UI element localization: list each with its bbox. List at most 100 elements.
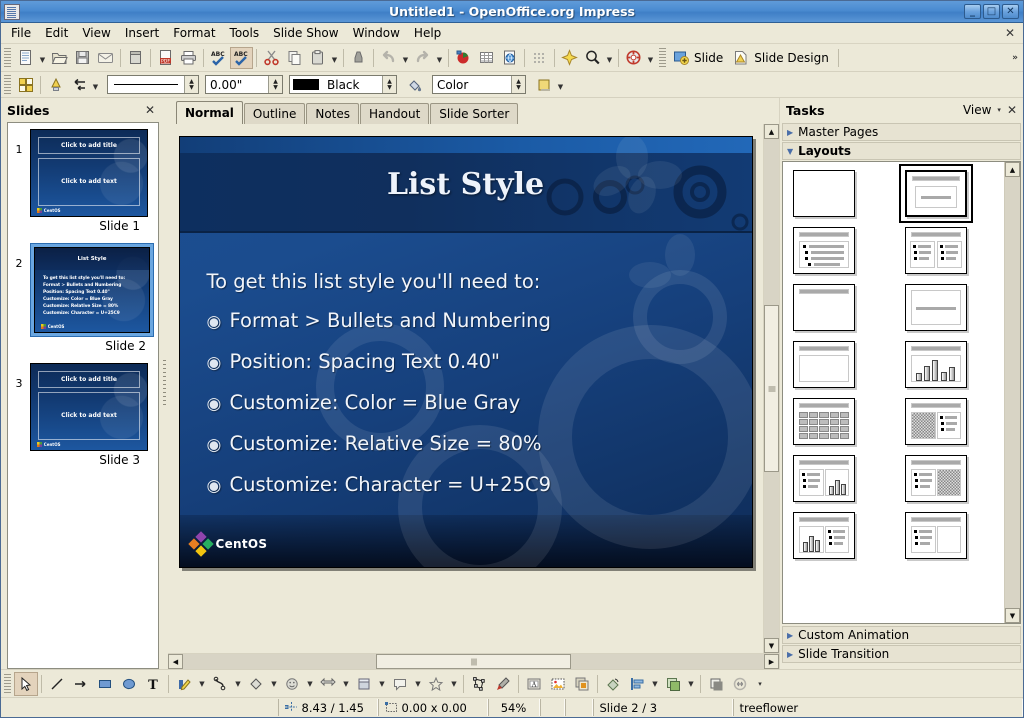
menu-slide-show[interactable]: Slide Show <box>266 24 345 42</box>
chart-icon[interactable] <box>452 47 475 69</box>
list-item[interactable]: 1 Click to add title Click to add text C… <box>8 129 158 241</box>
chevron-down-icon[interactable]: ▾ <box>991 106 1007 114</box>
symbol-shapes-dropdown-icon[interactable]: ▼ <box>304 672 316 696</box>
hyperlink-icon[interactable] <box>498 47 521 69</box>
symbol-shapes-icon[interactable] <box>280 672 304 696</box>
scroll-track-upper[interactable] <box>764 139 779 305</box>
block-arrows-icon[interactable] <box>316 672 340 696</box>
tab-outline[interactable]: Outline <box>243 103 306 124</box>
basic-shapes-icon[interactable] <box>244 672 268 696</box>
list-item[interactable]: 2 List Style To get this list style you'… <box>8 243 158 361</box>
scroll-track[interactable] <box>1005 177 1020 608</box>
line-style-lamp-icon[interactable] <box>44 74 67 96</box>
layout-title-bullets[interactable] <box>793 227 855 274</box>
scroll-track-lower[interactable] <box>764 472 779 639</box>
layout-title-only[interactable] <box>793 284 855 331</box>
slide-editor[interactable]: List Style To get this list style you'll… <box>178 136 753 568</box>
zoom-icon[interactable] <box>581 47 604 69</box>
curve-dropdown-icon[interactable]: ▼ <box>196 672 208 696</box>
layout-blank-slide[interactable] <box>793 170 855 217</box>
redo-icon[interactable] <box>411 47 434 69</box>
slide-bullet-item[interactable]: ◉ Position: Spacing Text 0.40" <box>207 342 732 383</box>
slide-bullet-item[interactable]: ◉ Customize: Color = Blue Gray <box>207 383 732 424</box>
save-document-icon[interactable] <box>71 47 94 69</box>
scroll-up-icon[interactable]: ▲ <box>764 124 779 139</box>
layout-title-content-object[interactable] <box>904 512 967 559</box>
export-pdf-icon[interactable]: PDF <box>154 47 177 69</box>
scroll-thumb-horizontal[interactable] <box>376 654 571 669</box>
layout-title-content[interactable] <box>898 164 973 223</box>
slide-bullet-item[interactable]: ◉ Format > Bullets and Numbering <box>207 301 732 342</box>
from-file-image-icon[interactable] <box>546 672 570 696</box>
slide-thumbnail-image[interactable]: Click to add title Click to add text Cen… <box>30 363 148 451</box>
fill-style-value[interactable]: Color <box>433 78 511 92</box>
drawing-toolbar-more-icon[interactable]: ▾ <box>754 672 766 696</box>
flowchart-dropdown-icon[interactable]: ▼ <box>376 672 388 696</box>
slide-bullet-item[interactable]: ◉ Customize: Character = U+25C9 <box>207 465 732 506</box>
menu-file[interactable]: File <box>4 24 38 42</box>
tab-handout[interactable]: Handout <box>360 103 430 124</box>
clone-formatting-icon[interactable] <box>347 47 370 69</box>
minimize-button[interactable]: _ <box>964 4 981 19</box>
slide-thumbnail-image-selected[interactable]: List Style To get this list style you'll… <box>30 243 154 337</box>
line-color-combo[interactable]: Black ▲ ▼ <box>289 75 397 94</box>
email-document-icon[interactable] <box>94 47 117 69</box>
ellipse-icon[interactable] <box>117 672 141 696</box>
task-section-slide-transition[interactable]: ▶ Slide Transition <box>782 645 1021 663</box>
toolbar-grip[interactable] <box>4 47 11 68</box>
panel-splitter[interactable] <box>161 98 168 669</box>
close-button[interactable]: ✕ <box>1002 4 1019 19</box>
tab-slide-sorter[interactable]: Slide Sorter <box>430 103 519 124</box>
gallery-icon[interactable] <box>570 672 594 696</box>
alignment-icon[interactable] <box>625 672 649 696</box>
tab-notes[interactable]: Notes <box>306 103 360 124</box>
slide-thumbnail-3[interactable]: Click to add title Click to add text Cen… <box>30 363 148 475</box>
layouts-list[interactable]: ▲ ▼ <box>782 161 1021 624</box>
slide-title[interactable]: List Style <box>180 167 752 202</box>
menu-view[interactable]: View <box>75 24 117 42</box>
callouts-icon[interactable] <box>388 672 412 696</box>
connector-icon[interactable] <box>208 672 232 696</box>
print-icon[interactable] <box>177 47 200 69</box>
help-icon[interactable] <box>622 47 645 69</box>
spelling-icon[interactable]: ABC <box>207 47 230 69</box>
scroll-left-icon[interactable]: ◀ <box>168 654 183 669</box>
table-icon[interactable] <box>475 47 498 69</box>
redo-dropdown-icon[interactable]: ▼ <box>434 47 445 69</box>
stars-icon[interactable] <box>424 672 448 696</box>
slide-thumbnail-2[interactable]: List Style To get this list style you'll… <box>30 243 154 361</box>
display-grid-icon[interactable] <box>528 47 551 69</box>
connector-dropdown-icon[interactable]: ▼ <box>232 672 244 696</box>
cut-icon[interactable] <box>260 47 283 69</box>
slides-panel-close-icon[interactable]: ✕ <box>145 103 155 117</box>
arrow-line-icon[interactable] <box>69 672 93 696</box>
toolbar-grip[interactable] <box>4 673 11 694</box>
scroll-thumb-vertical[interactable] <box>764 304 779 473</box>
alignment-dropdown-icon[interactable]: ▼ <box>649 672 661 696</box>
line-icon[interactable] <box>45 672 69 696</box>
layout-title-two-content[interactable] <box>904 227 967 274</box>
curve-icon[interactable] <box>172 672 196 696</box>
arrow-style-dropdown-icon[interactable]: ▼ <box>90 74 101 96</box>
edit-file-icon[interactable] <box>124 47 147 69</box>
basic-shapes-dropdown-icon[interactable]: ▼ <box>268 672 280 696</box>
scroll-track-left[interactable] <box>183 654 376 669</box>
rectangle-icon[interactable] <box>93 672 117 696</box>
scroll-down-icon[interactable]: ▼ <box>764 638 779 654</box>
menu-edit[interactable]: Edit <box>38 24 75 42</box>
close-document-button[interactable]: ✕ <box>1005 26 1023 40</box>
arrange-dropdown-icon[interactable]: ▼ <box>685 672 697 696</box>
layout-centered-text[interactable] <box>904 284 967 331</box>
glue-points-icon[interactable] <box>491 672 515 696</box>
text-box-icon[interactable]: T <box>141 672 165 696</box>
line-style-combo[interactable]: ▲ ▼ <box>107 75 199 94</box>
line-width-value[interactable]: 0.00" <box>206 78 268 92</box>
line-color-value[interactable]: Black <box>323 78 382 92</box>
menu-window[interactable]: Window <box>346 24 407 42</box>
list-item[interactable]: 3 Click to add title Click to add text C… <box>8 363 158 475</box>
fill-style-combo[interactable]: Color ▲ ▼ <box>432 75 526 94</box>
slide-design-icon[interactable] <box>729 47 752 69</box>
new-slide-icon[interactable] <box>669 47 692 69</box>
tab-normal[interactable]: Normal <box>176 101 243 124</box>
tasks-view-button[interactable]: View <box>963 103 991 117</box>
